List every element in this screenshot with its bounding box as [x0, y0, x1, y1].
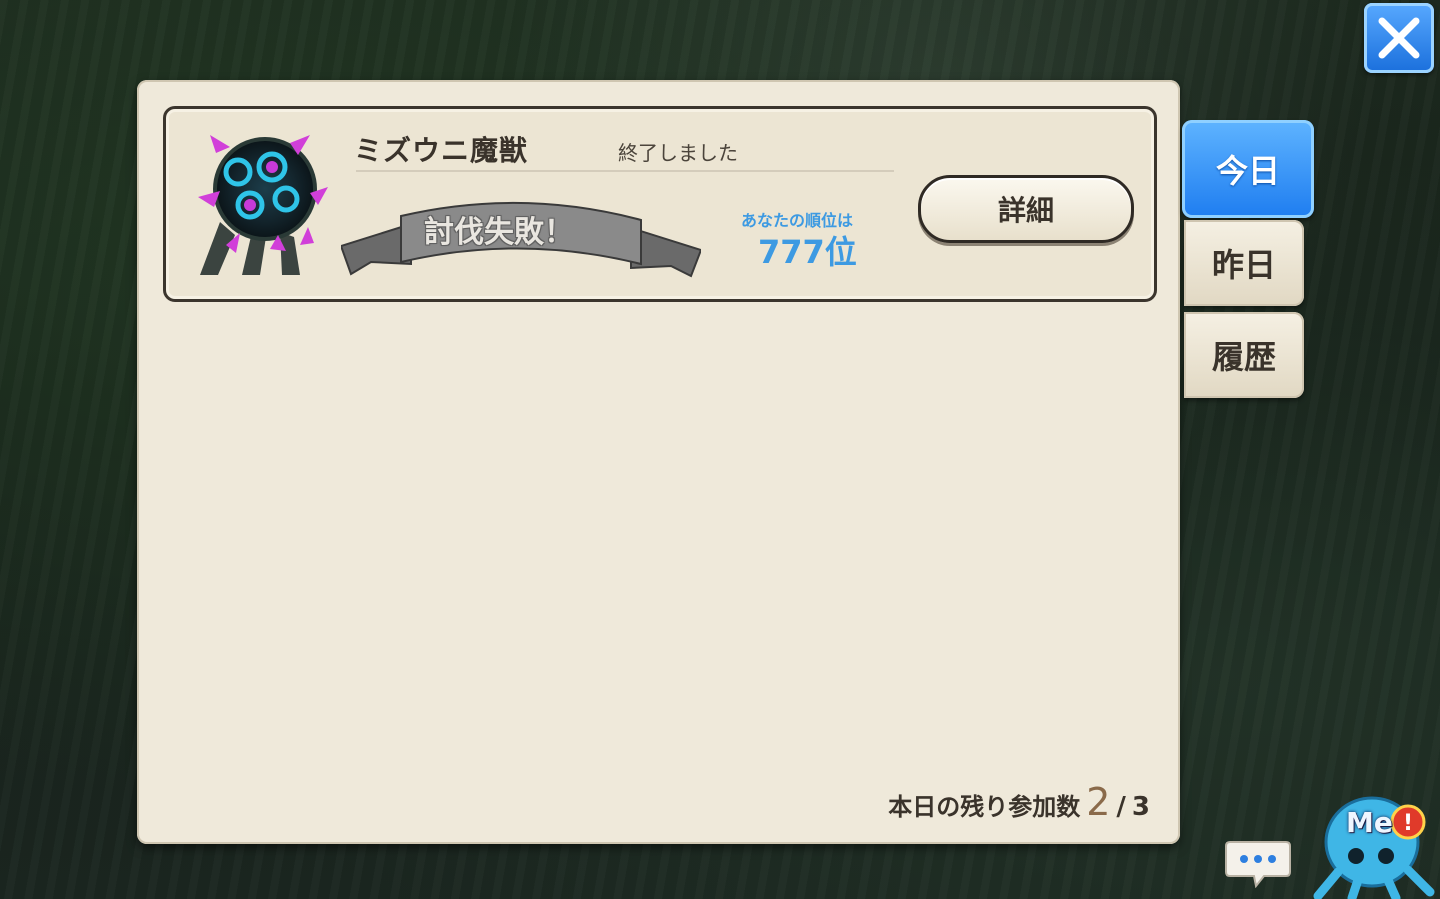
remaining-count: 2	[1086, 780, 1111, 824]
rank-value: 777位	[758, 233, 857, 271]
remaining-total: 3	[1131, 792, 1150, 822]
event-panel: ミズウニ魔獣 終了しました 討伐失敗！ あなたの順位は 777位 詳細 本日の残…	[137, 80, 1180, 844]
detail-button[interactable]: 詳細	[918, 175, 1134, 243]
remaining-entries: 本日の残り参加数 2 / 3	[888, 780, 1150, 824]
mascot-menu-button[interactable]: !	[1308, 780, 1440, 899]
title-divider	[356, 170, 894, 172]
mascot-label: Me	[1346, 806, 1393, 839]
remaining-label: 本日の残り参加数	[888, 793, 1081, 821]
chat-bubble-icon[interactable]	[1224, 838, 1292, 888]
svg-text:!: !	[1403, 811, 1413, 836]
close-icon	[1378, 17, 1420, 59]
close-button[interactable]	[1364, 3, 1434, 73]
event-status: 終了しました	[618, 141, 738, 165]
event-card: ミズウニ魔獣 終了しました 討伐失敗！ あなたの順位は 777位 詳細	[163, 106, 1157, 302]
monster-portrait-icon	[198, 135, 328, 275]
tab-today[interactable]: 今日	[1182, 120, 1314, 218]
monster-name: ミズウニ魔獣	[354, 134, 529, 167]
remaining-separator: /	[1116, 792, 1126, 822]
tab-history[interactable]: 履歴	[1184, 312, 1304, 398]
result-banner: 討伐失敗！	[424, 215, 574, 250]
tab-yesterday[interactable]: 昨日	[1184, 220, 1304, 306]
